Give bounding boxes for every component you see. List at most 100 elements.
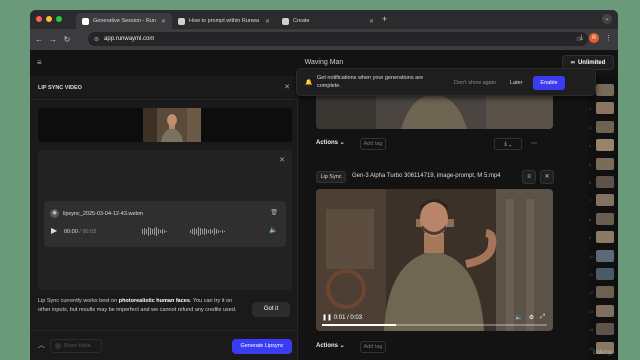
tab-generative-session[interactable]: Generative Session - Run ✕ (76, 13, 172, 29)
audio-file-name: lipsync_2025-03-04-12-43.webm (63, 211, 144, 217)
got-it-button[interactable]: Got it (252, 302, 290, 317)
video-progress-bar[interactable] (322, 324, 547, 326)
tab-search-icon[interactable]: ⌄ (602, 14, 612, 24)
close-tab-icon[interactable]: ✕ (369, 18, 374, 25)
chevron-up-icon[interactable]: ︿ (38, 340, 45, 350)
voice-selector[interactable]: Rose Kelia (50, 339, 102, 353)
actions-dropdown[interactable]: Actions ⌄ (316, 342, 345, 349)
close-panel-icon[interactable]: ✕ (284, 83, 290, 91)
thumbnail-number: 8 (589, 216, 592, 222)
browser-menu-icon[interactable]: ⋮ (605, 34, 612, 42)
notice-text: Lip Sync currently works best on (38, 298, 119, 304)
address-bar-row: ← → ↻ ⊜ app.runwayml.com ☆ ⤓ R ⋮ (30, 29, 618, 50)
forward-arrow-icon[interactable]: → (46, 35, 60, 44)
audio-input-area: ✕ ◉ lipsync_2025-03-04-12-43.webm 🗑 ▶ 00… (38, 150, 292, 290)
udemy-watermark: Udemy (592, 350, 612, 356)
settings-icon[interactable]: ⚙ (529, 314, 534, 321)
video-preview (38, 108, 292, 142)
generation-thumbnail[interactable] (596, 194, 614, 207)
fullscreen-icon[interactable]: ⤢ (540, 314, 545, 321)
close-tab-icon[interactable]: ✕ (265, 18, 270, 25)
generation-thumbnail[interactable] (596, 304, 614, 317)
thumbnail-number: 6 (589, 180, 592, 185)
new-tab-button[interactable]: + (382, 14, 387, 24)
generation-thumbnail[interactable] (596, 176, 614, 188)
minimize-window-button[interactable] (46, 16, 52, 22)
video-time: 0:01 / 0:03 (333, 315, 363, 321)
volume-icon[interactable]: 🔈 (269, 226, 278, 234)
generation-thumbnail[interactable] (596, 102, 614, 115)
notification-banner: 🔔 Get notifications when your generation… (296, 68, 596, 96)
generation-thumbnail[interactable] (596, 268, 614, 280)
generation-thumbnail[interactable] (596, 231, 614, 244)
generation-thumbnail[interactable] (596, 249, 614, 262)
generation-actions-row: Actions ⌄ Add tag (316, 340, 588, 356)
generate-lipsync-button[interactable]: Generate Lipsync (232, 339, 292, 354)
generation-thumbnail[interactable] (596, 286, 614, 299)
download-dropdown-icon[interactable]: ⤓ ⌄ (494, 138, 522, 150)
trash-icon[interactable]: 🗑 (270, 209, 278, 216)
add-tag-button[interactable]: Add tag (360, 138, 386, 150)
dismiss-icon[interactable]: ✕ (540, 170, 554, 184)
thumbnail-number: 14 (589, 327, 594, 333)
voice-avatar-icon (55, 343, 61, 349)
runway-favicon-icon (82, 17, 89, 25)
total-time: 00:03 (82, 229, 97, 235)
audio-waveform[interactable] (142, 226, 237, 237)
current-time: 00:00 (64, 229, 78, 235)
tab-create[interactable]: Create ✕ (276, 13, 380, 29)
panel-title: LIP SYNC VIDEO (38, 85, 82, 91)
bell-icon: 🔔 (305, 80, 313, 86)
notification-text: Get notifications when your generations … (317, 75, 424, 89)
add-tag-button[interactable]: Add tag (360, 341, 386, 353)
enable-notifications-button[interactable]: Enable (533, 76, 565, 90)
voice-name: Rose Kelia (64, 343, 91, 349)
tab-title: How to prompt within Runwa (189, 18, 260, 24)
document-favicon-icon (178, 17, 185, 25)
generation-header: Lip Sync Gen-3 Alpha Turbo 306114719, im… (316, 170, 588, 184)
generated-video[interactable]: ❚❚ 0:01 / 0:03 🔈 ⚙ ⤢ (316, 189, 553, 331)
more-options-icon[interactable]: ⋯ (528, 138, 540, 150)
details-icon[interactable]: ≡ (522, 170, 536, 184)
actions-label: Actions (316, 140, 339, 146)
profile-avatar[interactable]: R (589, 33, 599, 43)
session-title[interactable]: Waving Man (30, 59, 618, 66)
plan-label: Unlimited (577, 59, 606, 66)
address-bar[interactable]: ⊜ app.runwayml.com ☆ (88, 32, 588, 46)
actions-dropdown[interactable]: Actions ⌄ (316, 139, 345, 146)
lip-sync-panel: LIP SYNC VIDEO ✕ ✕ ◉ lipsync_2025-03-04-… (30, 76, 298, 360)
generation-thumbnail[interactable] (596, 139, 614, 152)
generation-thumbnail[interactable] (596, 157, 614, 170)
generations-feed: Actions ⌄ Add tag ⤓ ⌄ ⋯ Lip Sync Gen-3 A… (316, 76, 588, 360)
generation-thumbnail[interactable] (596, 120, 614, 133)
tab-how-to-prompt[interactable]: How to prompt within Runwa ✕ (172, 13, 276, 29)
generation-thumbnail[interactable] (596, 212, 614, 225)
tab-bar: Generative Session - Run ✕ How to prompt… (30, 10, 618, 29)
remove-audio-icon[interactable]: ✕ (279, 156, 285, 164)
later-button[interactable]: Later (510, 80, 523, 86)
download-icon[interactable]: ⤓ (580, 34, 583, 42)
dont-show-again-button[interactable]: Don't show again (454, 80, 496, 86)
audio-file-icon: ◉ (50, 209, 59, 218)
audio-player: ◉ lipsync_2025-03-04-12-43.webm 🗑 ▶ 00:0… (44, 201, 286, 247)
volume-icon[interactable]: 🔈 (515, 314, 522, 321)
reload-icon[interactable]: ↻ (60, 35, 74, 44)
thumbnail-number: 2 (589, 106, 592, 112)
back-arrow-icon[interactable]: ← (32, 35, 46, 44)
generation-actions-row: Actions ⌄ Add tag ⤓ ⌄ ⋯ (316, 137, 588, 153)
source-video-thumbnail[interactable] (143, 108, 201, 142)
thumbnail-number: 13 (589, 308, 594, 314)
notice-bold-text: photorealistic human faces (118, 298, 190, 304)
play-icon[interactable]: ▶ (51, 226, 57, 235)
thumbnail-number: 10 (589, 253, 594, 259)
close-window-button[interactable] (36, 16, 42, 22)
maximize-window-button[interactable] (56, 16, 62, 22)
document-favicon-icon (282, 17, 289, 25)
site-info-icon[interactable]: ⊜ (94, 36, 99, 43)
generation-thumbnail[interactable] (596, 84, 614, 96)
actions-label: Actions (316, 343, 339, 349)
close-tab-icon[interactable]: ✕ (161, 18, 166, 25)
generation-thumbnail[interactable] (596, 323, 614, 336)
thumbnail-number: 3 (589, 124, 592, 130)
video-time-display: ❚❚ 0:01 / 0:03 (322, 315, 363, 321)
